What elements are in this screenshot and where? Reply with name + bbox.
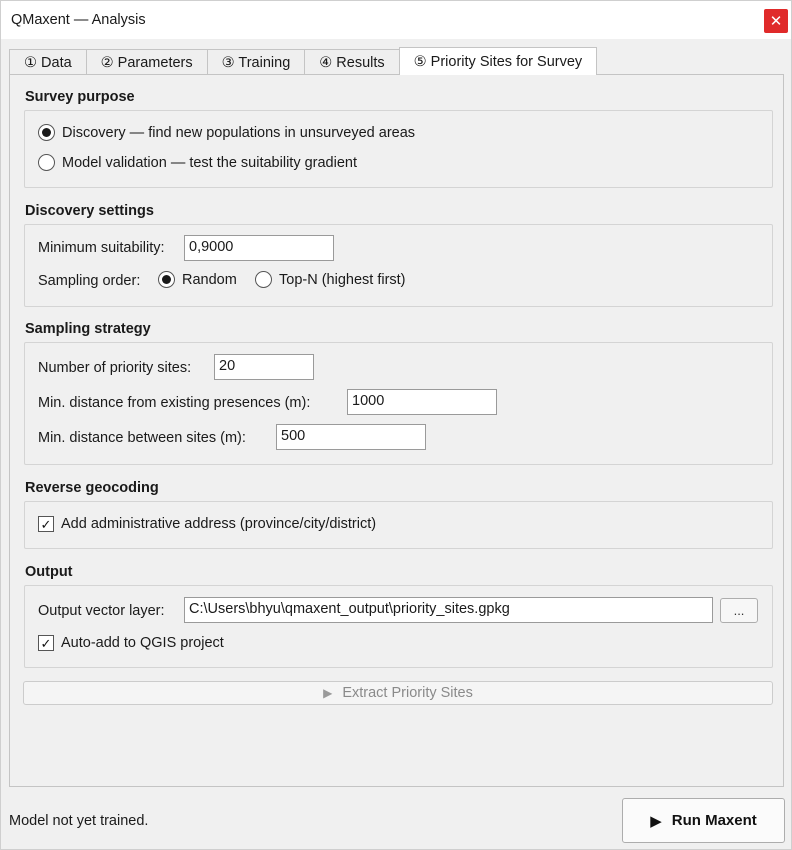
- priority-sites-panel: Survey purpose Discovery — find new popu…: [9, 74, 784, 787]
- title-bar: QMaxent — Analysis ✕: [1, 1, 791, 39]
- discovery-label: Discovery — find new populations in unsu…: [62, 124, 416, 141]
- play-icon: ▶: [323, 686, 333, 700]
- auto-add-checkbox[interactable]: ✓: [38, 635, 54, 651]
- auto-add-option[interactable]: ✓ Auto-add to QGIS project: [38, 635, 224, 651]
- random-radio[interactable]: [158, 271, 175, 288]
- discovery-settings-group: Minimum suitability: 0,9000 Sampling ord…: [24, 224, 773, 307]
- tab-training[interactable]: ③ Training: [206, 49, 306, 75]
- validation-radio[interactable]: [38, 154, 55, 171]
- browse-button[interactable]: ...: [720, 598, 758, 623]
- num-sites-label: Number of priority sites:: [38, 360, 192, 376]
- add-address-option[interactable]: ✓ Add administrative address (province/c…: [38, 516, 376, 532]
- output-group: Output vector layer: C:\Users\bhyu\qmaxe…: [24, 585, 773, 668]
- close-icon: ✕: [769, 12, 783, 30]
- status-message: Model not yet trained.: [9, 813, 149, 829]
- analysis-window: QMaxent — Analysis ✕ ① Data ② Parameters…: [0, 0, 792, 850]
- close-button[interactable]: ✕: [764, 9, 788, 33]
- window-title: QMaxent — Analysis: [11, 12, 146, 28]
- tab-data[interactable]: ① Data: [9, 49, 87, 75]
- vector-layer-label: Output vector layer:: [38, 603, 165, 619]
- topn-label: Top-N (highest first): [279, 271, 406, 288]
- min-dist-sites-input[interactable]: 500: [276, 424, 426, 450]
- add-address-checkbox[interactable]: ✓: [38, 516, 54, 532]
- purpose-validation-option[interactable]: Model validation — test the suitability …: [38, 154, 357, 171]
- min-dist-sites-label: Min. distance between sites (m):: [38, 430, 246, 446]
- reverse-geocoding-group: ✓ Add administrative address (province/c…: [24, 501, 773, 549]
- auto-add-label: Auto-add to QGIS project: [61, 635, 224, 651]
- min-dist-presences-label: Min. distance from existing presences (m…: [38, 395, 311, 411]
- min-dist-presences-input[interactable]: 1000: [347, 389, 497, 415]
- validation-label: Model validation — test the suitability …: [62, 154, 357, 171]
- add-address-label: Add administrative address (province/cit…: [61, 516, 377, 532]
- sampling-strategy-title: Sampling strategy: [25, 321, 151, 337]
- vector-layer-input[interactable]: C:\Users\bhyu\qmaxent_output\priority_si…: [184, 597, 713, 623]
- sampling-order-random-option[interactable]: Random: [158, 271, 237, 288]
- sampling-order-label: Sampling order:: [38, 273, 141, 289]
- run-maxent-button[interactable]: ▶ Run Maxent: [622, 798, 785, 843]
- tab-results[interactable]: ④ Results: [304, 49, 400, 75]
- tab-parameters[interactable]: ② Parameters: [85, 49, 208, 75]
- run-label: Run Maxent: [671, 812, 757, 829]
- survey-purpose-title: Survey purpose: [25, 89, 135, 105]
- sampling-order-topn-option[interactable]: Top-N (highest first): [255, 271, 406, 288]
- discovery-radio[interactable]: [38, 124, 55, 141]
- num-sites-input[interactable]: 20: [214, 354, 314, 380]
- output-title: Output: [25, 564, 73, 580]
- random-label: Random: [182, 271, 237, 288]
- extract-label: Extract Priority Sites: [342, 685, 473, 701]
- purpose-discovery-option[interactable]: Discovery — find new populations in unsu…: [38, 124, 415, 141]
- discovery-settings-title: Discovery settings: [25, 203, 154, 219]
- sampling-strategy-group: Number of priority sites: 20 Min. distan…: [24, 342, 773, 465]
- reverse-geocoding-title: Reverse geocoding: [25, 480, 159, 496]
- tab-priority-sites[interactable]: ⑤ Priority Sites for Survey: [398, 47, 598, 75]
- extract-priority-sites-button[interactable]: ▶ Extract Priority Sites: [23, 681, 773, 705]
- play-icon: ▶: [650, 812, 662, 830]
- min-suitability-label: Minimum suitability:: [38, 240, 165, 256]
- tab-bar: ① Data ② Parameters ③ Training ④ Results…: [9, 47, 598, 75]
- survey-purpose-group: Discovery — find new populations in unsu…: [24, 110, 773, 188]
- min-suitability-input[interactable]: 0,9000: [184, 235, 334, 261]
- topn-radio[interactable]: [255, 271, 272, 288]
